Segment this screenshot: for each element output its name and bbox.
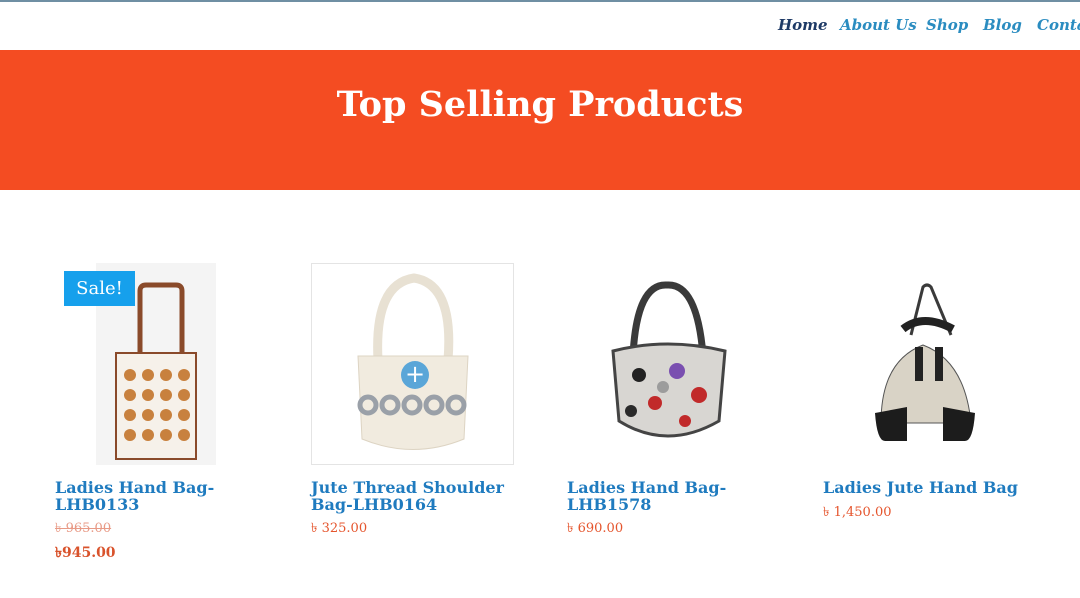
product-price-2: ৳ 325.00: [311, 521, 368, 536]
product-title-3-line2[interactable]: LHB1578: [567, 496, 782, 513]
product-title-2-line1[interactable]: Jute Thread Shoulder: [311, 479, 526, 496]
product-title-3[interactable]: Ladies Hand Bag- LHB1578: [567, 479, 782, 513]
top-border-line: [0, 0, 1080, 2]
nav-shop[interactable]: Shop: [926, 16, 968, 34]
product-price-4: ৳ 1,450.00: [823, 505, 892, 520]
product-title-2[interactable]: Jute Thread Shoulder Bag-LHB0164: [311, 479, 526, 513]
product-title-3-line1[interactable]: Ladies Hand Bag-: [567, 479, 782, 496]
zoom-plus-icon[interactable]: +: [401, 361, 429, 389]
product-title-1-line1[interactable]: Ladies Hand Bag-: [55, 479, 270, 496]
product-title-4-line1[interactable]: Ladies Jute Hand Bag: [823, 479, 1038, 496]
product-old-price-1: ৳ 965.00: [55, 521, 112, 536]
nav-blog[interactable]: Blog: [983, 16, 1022, 34]
sale-badge: Sale!: [64, 271, 135, 306]
product-image-3[interactable]: [567, 263, 770, 465]
product-title-2-line2[interactable]: Bag-LHB0164: [311, 496, 526, 513]
page-title: Top Selling Products: [336, 84, 744, 125]
product-title-1[interactable]: Ladies Hand Bag- LHB0133: [55, 479, 270, 513]
floral-handbag-image: [611, 281, 727, 438]
product-title-4[interactable]: Ladies Jute Hand Bag: [823, 479, 1038, 496]
product-price-1: ৳945.00: [55, 545, 116, 561]
jute-handbag-image: [875, 283, 975, 441]
product-title-1-line2[interactable]: LHB0133: [55, 496, 270, 513]
nav-contact[interactable]: Contac: [1037, 16, 1080, 34]
product-image-4[interactable]: [823, 263, 1026, 465]
main-nav: Home About Us Shop Blog Contac: [0, 16, 1080, 36]
hero-banner: Top Selling Products: [0, 50, 1080, 190]
nav-about-us[interactable]: About Us: [840, 16, 917, 34]
nav-home[interactable]: Home: [778, 16, 828, 34]
product-price-3: ৳ 690.00: [567, 521, 624, 536]
